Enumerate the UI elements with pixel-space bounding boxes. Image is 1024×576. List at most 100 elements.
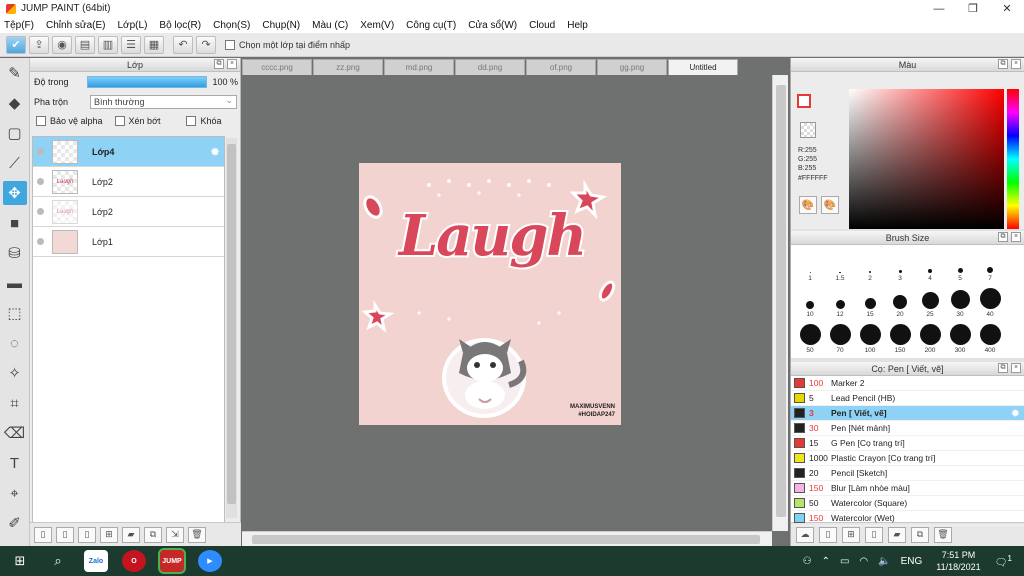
document-tab[interactable]: gg.png <box>597 59 667 75</box>
brush-tool-row[interactable]: 5 Lead Pencil (HB) <box>791 391 1024 406</box>
menu-capture[interactable]: Chụp(N) <box>262 20 300 31</box>
scrollbar-thumb[interactable] <box>776 85 786 517</box>
check-icon[interactable]: ✔ <box>6 35 26 54</box>
brush-tool-row[interactable]: 3 Pen [ Viết, vẽ] ✹ <box>791 406 1024 421</box>
chevron-up-icon[interactable]: ⌃ <box>822 556 830 567</box>
taskbar-app-zoom[interactable]: ▶ <box>198 550 222 572</box>
checkbox[interactable] <box>225 39 235 50</box>
blend-mode-select[interactable]: Bình thường <box>90 94 238 109</box>
folder-icon[interactable]: ▰ <box>122 526 140 543</box>
brush-size-option[interactable]: 12 <box>825 287 855 318</box>
brush-tool-icon[interactable]: ✎ <box>3 61 27 85</box>
add-tool-menu-icon[interactable]: ⊞ <box>842 526 860 543</box>
document-tab[interactable]: md.png <box>384 59 454 75</box>
layer-scrollbar[interactable] <box>226 138 237 518</box>
gear-icon[interactable]: ✹ <box>1011 407 1020 420</box>
layer-row[interactable]: Lớp4 ✹ <box>33 137 224 167</box>
brush-size-option[interactable]: 5 <box>945 251 975 282</box>
brush-size-option[interactable]: 3 <box>885 251 915 282</box>
undo-icon[interactable]: ↶ <box>173 35 193 54</box>
lasso-tool-icon[interactable]: ◌ <box>3 331 27 355</box>
brush-size-option[interactable]: 200 <box>915 323 945 354</box>
volume-icon[interactable]: 🔈 <box>878 556 890 567</box>
gradient-tool-icon[interactable]: ▬ <box>3 271 27 295</box>
pen-tool-icon[interactable]: ✐ <box>3 511 27 535</box>
grid-icon[interactable]: ▦ <box>144 35 164 54</box>
message-icon[interactable]: ▤ <box>75 35 95 54</box>
transparent-swatch[interactable] <box>800 122 816 138</box>
layer-row[interactable]: Laugh Lớp2 <box>33 167 224 197</box>
document-icon[interactable]: ▥ <box>98 35 118 54</box>
visibility-icon[interactable] <box>37 208 44 215</box>
brush-size-option[interactable]: 1 <box>795 251 825 282</box>
search-icon[interactable]: ⌕ <box>46 550 70 572</box>
brush-size-option[interactable]: 70 <box>825 323 855 354</box>
layer-row[interactable]: Lớp1 <box>33 227 224 257</box>
panel-float-button[interactable]: ⧉ <box>998 59 1008 69</box>
folder-icon[interactable]: ▰ <box>888 526 906 543</box>
menu-layer[interactable]: Lớp(L) <box>118 20 148 31</box>
visibility-icon[interactable] <box>37 148 44 155</box>
new-layer-8bit-icon[interactable]: ▯ <box>56 526 74 543</box>
minimize-button[interactable]: — <box>922 0 956 17</box>
add-layer-menu-icon[interactable]: ⊞ <box>100 526 118 543</box>
menu-cloud[interactable]: Cloud <box>529 20 555 31</box>
trash-icon[interactable]: 🗑 <box>188 526 206 543</box>
panel-close-button[interactable]: × <box>1011 232 1021 242</box>
taskbar-app-opera[interactable]: O <box>122 550 146 572</box>
brush-size-option[interactable]: 30 <box>945 287 975 318</box>
language-indicator[interactable]: ENG <box>901 556 923 567</box>
rect-select-tool-icon[interactable]: ⬚ <box>3 301 27 325</box>
magic-wand-tool-icon[interactable]: ✧ <box>3 361 27 385</box>
brush-size-option[interactable]: 25 <box>915 287 945 318</box>
brush-tool-row[interactable]: 20 Pencil [Sketch] <box>791 466 1024 481</box>
opacity-slider[interactable] <box>86 76 207 88</box>
foreground-color-swatch[interactable] <box>797 94 811 108</box>
menu-filter[interactable]: Bộ lọc(R) <box>159 20 201 31</box>
maximize-button[interactable]: ❐ <box>956 0 990 17</box>
brush-size-option[interactable]: 100 <box>855 323 885 354</box>
line-tool-icon[interactable]: ⟋ <box>3 151 27 175</box>
brush-size-option[interactable]: 40 <box>975 287 1005 318</box>
menu-file[interactable]: Tệp(F) <box>4 20 34 31</box>
scrollbar-thumb[interactable] <box>227 144 236 504</box>
eraser-tool-icon[interactable]: ◆ <box>3 91 27 115</box>
select-eraser-tool-icon[interactable]: ⌫ <box>3 421 27 445</box>
canvas-horizontal-scrollbar[interactable] <box>242 531 772 546</box>
menu-window[interactable]: Cửa sổ(W) <box>468 20 517 31</box>
taskbar-app-jumppaint[interactable]: JUMP <box>158 548 186 574</box>
new-tool-icon[interactable]: ▯ <box>819 526 837 543</box>
brush-size-option[interactable]: 15 <box>855 287 885 318</box>
battery-icon[interactable]: ▭ <box>840 556 849 567</box>
panel-close-button[interactable]: × <box>1011 363 1021 373</box>
brush-tool-row[interactable]: 15 G Pen [Cọ trang trí] <box>791 436 1024 451</box>
move-tool-icon[interactable]: ✥ <box>2 181 27 205</box>
palette-icon[interactable]: 🎨 <box>799 196 817 214</box>
close-button[interactable]: ✕ <box>990 0 1024 17</box>
lock-checkbox[interactable]: Khóa <box>186 116 222 126</box>
new-layer-icon[interactable]: ▯ <box>34 526 52 543</box>
brush-tool-row[interactable]: 1000 Plastic Crayon [Cọ trang trí] <box>791 451 1024 466</box>
trash-icon[interactable]: 🗑 <box>934 526 952 543</box>
menu-help[interactable]: Help <box>567 20 588 31</box>
rectangle-tool-icon[interactable]: ▢ <box>3 121 27 145</box>
fill-rect-tool-icon[interactable]: ■ <box>3 211 27 235</box>
canvas-vertical-scrollbar[interactable] <box>772 75 788 531</box>
layer-row[interactable]: Laugh Lớp2 <box>33 197 224 227</box>
brush-tool-row[interactable]: 50 Watercolor (Square) <box>791 496 1024 511</box>
artwork-canvas[interactable]: Laugh MAXIMUSVENN #HOIDAP247 <box>359 163 621 425</box>
cloud-download-icon[interactable]: ☁ <box>796 526 814 543</box>
brush-size-option[interactable]: 150 <box>885 323 915 354</box>
duplicate-icon[interactable]: ⧉ <box>911 526 929 543</box>
menu-tools[interactable]: Công cụ(T) <box>406 20 456 31</box>
redo-icon[interactable]: ↷ <box>196 35 216 54</box>
hue-slider[interactable] <box>1007 89 1019 229</box>
menu-edit[interactable]: Chỉnh sửa(E) <box>46 20 106 31</box>
document-tab-active[interactable]: Untitled <box>668 59 738 75</box>
document-tab[interactable]: zz.png <box>313 59 383 75</box>
comment-icon[interactable]: ◉ <box>52 35 72 54</box>
brush-size-option[interactable]: 10 <box>795 287 825 318</box>
gear-icon[interactable]: ✹ <box>210 145 220 159</box>
brush-tool-row[interactable]: 30 Pen [Nét mảnh] <box>791 421 1024 436</box>
document-tab[interactable]: dd.png <box>455 59 525 75</box>
